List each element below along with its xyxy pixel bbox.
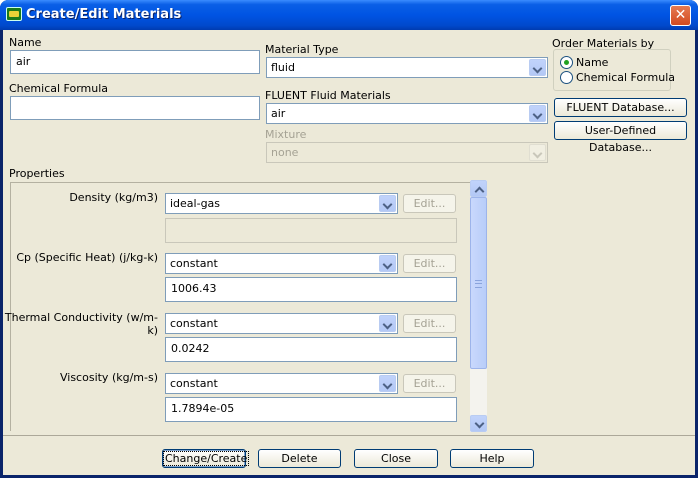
order-by-name-radio[interactable] xyxy=(560,56,573,69)
chevron-down-icon[interactable] xyxy=(379,195,396,212)
thermal-conductivity-method-select[interactable]: constant xyxy=(165,313,398,334)
thermal-conductivity-label: Thermal Conductivity (w/m-k) xyxy=(4,311,158,337)
order-by-chemical-formula-label[interactable]: Chemical Formula xyxy=(576,71,675,84)
close-button[interactable]: Close xyxy=(354,449,438,468)
mixture-select: none xyxy=(266,142,548,163)
density-edit-button: Edit... xyxy=(403,194,456,213)
thermal-conductivity-method-value: constant xyxy=(170,317,218,330)
viscosity-edit-button: Edit... xyxy=(403,374,456,393)
fluent-fluid-materials-label: FLUENT Fluid Materials xyxy=(265,89,391,102)
footer-divider xyxy=(3,435,695,436)
delete-button[interactable]: Delete xyxy=(258,449,341,468)
order-materials-group xyxy=(553,49,671,91)
order-by-name-label[interactable]: Name xyxy=(576,56,608,69)
cp-method-select[interactable]: constant xyxy=(165,253,398,274)
material-type-label: Material Type xyxy=(265,43,339,56)
user-defined-database-button[interactable]: User-Defined Database... xyxy=(554,121,687,154)
chevron-down-icon[interactable] xyxy=(529,105,546,122)
chevron-down-icon xyxy=(529,144,546,161)
order-by-chemical-formula-radio[interactable] xyxy=(560,71,573,84)
thermal-conductivity-value-input[interactable]: 0.0242 xyxy=(165,337,457,362)
scroll-up-icon[interactable] xyxy=(470,180,487,197)
chemical-formula-label: Chemical Formula xyxy=(9,82,109,95)
density-method-select[interactable]: ideal-gas xyxy=(165,193,398,214)
fluent-app-icon xyxy=(6,7,22,21)
scroll-down-icon[interactable] xyxy=(470,415,487,432)
close-window-button[interactable]: ✕ xyxy=(670,5,691,26)
fluent-fluid-materials-select[interactable]: air xyxy=(266,103,548,124)
title-bar[interactable]: Create/Edit Materials ✕ xyxy=(0,0,698,30)
chevron-down-icon[interactable] xyxy=(379,255,396,272)
dialog-client-area: Name air Chemical Formula Material Type … xyxy=(3,30,695,475)
material-type-select[interactable]: fluid xyxy=(266,57,548,78)
viscosity-label: Viscosity (kg/m-s) xyxy=(59,371,158,384)
change-create-button[interactable]: Change/Create xyxy=(162,449,250,468)
change-create-label: Change/Create xyxy=(163,451,250,466)
scrollbar-thumb[interactable] xyxy=(470,197,487,369)
fluent-database-button[interactable]: FLUENT Database... xyxy=(554,98,687,117)
name-label: Name xyxy=(9,36,42,49)
name-input[interactable]: air xyxy=(10,50,260,74)
material-type-value: fluid xyxy=(271,61,295,74)
thermal-conductivity-edit-button: Edit... xyxy=(403,314,456,333)
density-method-value: ideal-gas xyxy=(170,197,221,210)
properties-label: Properties xyxy=(9,167,65,180)
help-button[interactable]: Help xyxy=(450,449,534,468)
viscosity-method-select[interactable]: constant xyxy=(165,373,398,394)
properties-scrollbar[interactable] xyxy=(470,180,487,432)
chemical-formula-input[interactable] xyxy=(10,96,260,120)
fluent-fluid-materials-value: air xyxy=(271,107,286,120)
cp-method-value: constant xyxy=(170,257,218,270)
mixture-label: Mixture xyxy=(265,128,307,141)
cp-edit-button: Edit... xyxy=(403,254,456,273)
viscosity-value-input[interactable]: 1.7894e-05 xyxy=(165,397,457,422)
chevron-down-icon[interactable] xyxy=(379,315,396,332)
mixture-value: none xyxy=(271,146,299,159)
cp-label: Cp (Specific Heat) (j/kg-k) xyxy=(16,251,158,264)
viscosity-method-value: constant xyxy=(170,377,218,390)
materials-dialog: Create/Edit Materials ✕ Name air Chemica… xyxy=(0,0,698,478)
density-value-field xyxy=(165,218,457,243)
chevron-down-icon[interactable] xyxy=(379,375,396,392)
window-title: Create/Edit Materials xyxy=(26,7,182,22)
cp-value-input[interactable]: 1006.43 xyxy=(165,277,457,302)
density-label: Density (kg/m3) xyxy=(69,191,158,204)
chevron-down-icon[interactable] xyxy=(529,59,546,76)
